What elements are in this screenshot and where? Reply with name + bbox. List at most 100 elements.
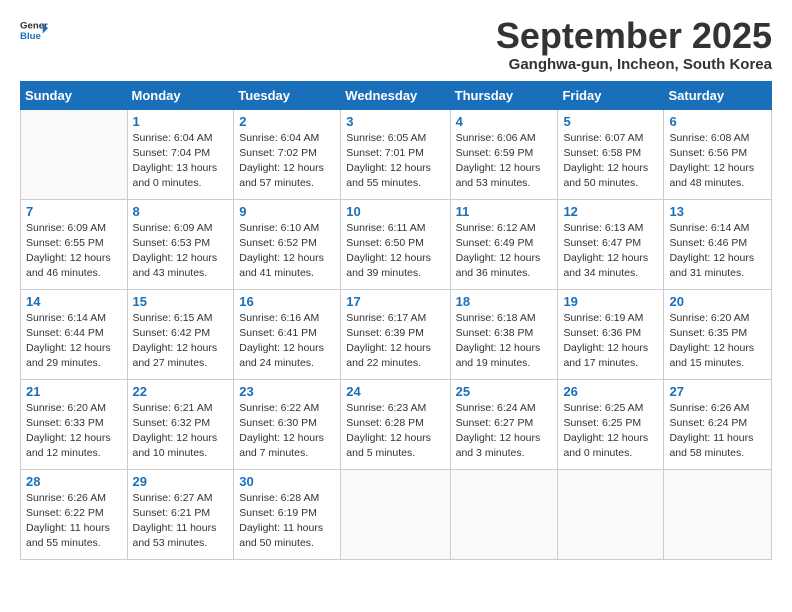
day-number: 30 [239, 474, 335, 489]
day-number: 18 [456, 294, 553, 309]
day-info: Sunrise: 6:14 AMSunset: 6:46 PMDaylight:… [669, 221, 766, 282]
day-number: 29 [133, 474, 229, 489]
day-number: 28 [26, 474, 122, 489]
calendar-cell: 25 Sunrise: 6:24 AMSunset: 6:27 PMDayligh… [450, 379, 558, 469]
logo-icon: General Blue [20, 16, 48, 44]
calendar-cell: 8Sunrise: 6:09 AMSunset: 6:53 PMDaylight… [127, 199, 234, 289]
calendar-cell: 16 Sunrise: 6:16 AMSunset: 6:41 PMDayligh… [234, 289, 341, 379]
weekday-header-saturday: Saturday [664, 81, 772, 109]
calendar-cell: 9 Sunrise: 6:10 AMSunset: 6:52 PMDaylight… [234, 199, 341, 289]
day-info: Sunrise: 6:10 AMSunset: 6:52 PMDaylight:… [239, 221, 335, 282]
day-info: Sunrise: 6:28 AMSunset: 6:19 PMDaylight:… [239, 491, 335, 552]
day-info: Sunrise: 6:04 AMSunset: 7:02 PMDaylight:… [239, 131, 335, 192]
calendar-cell: 22 Sunrise: 6:21 AMSunset: 6:32 PMDayligh… [127, 379, 234, 469]
day-info: Sunrise: 6:15 AMSunset: 6:42 PMDaylight:… [133, 311, 229, 372]
day-info: Sunrise: 6:04 AMSunset: 7:04 PMDaylight:… [133, 131, 229, 192]
day-info: Sunrise: 6:24 AMSunset: 6:27 PMDaylight:… [456, 401, 553, 462]
day-info: Sunrise: 6:05 AMSunset: 7:01 PMDaylight:… [346, 131, 444, 192]
day-info: Sunrise: 6:09 AMSunset: 6:55 PMDaylight:… [26, 221, 122, 282]
day-number: 4 [456, 114, 553, 129]
calendar-cell: 1 Sunrise: 6:04 AMSunset: 7:04 PMDaylight… [127, 109, 234, 199]
week-row-1: 1 Sunrise: 6:04 AMSunset: 7:04 PMDaylight… [21, 109, 772, 199]
day-number: 7 [26, 204, 122, 219]
calendar-cell: 27 Sunrise: 6:26 AMSunset: 6:24 PMDayligh… [664, 379, 772, 469]
calendar-cell: 20 Sunrise: 6:20 AMSunset: 6:35 PMDayligh… [664, 289, 772, 379]
calendar-cell [558, 469, 664, 559]
calendar-cell: 7 Sunrise: 6:09 AMSunset: 6:55 PMDaylight… [21, 199, 128, 289]
calendar-cell: 29 Sunrise: 6:27 AMSunset: 6:21 PMDayligh… [127, 469, 234, 559]
day-number: 10 [346, 204, 444, 219]
day-info: Sunrise: 6:07 AMSunset: 6:58 PMDaylight:… [563, 131, 658, 192]
day-info: Sunrise: 6:26 AMSunset: 6:22 PMDaylight:… [26, 491, 122, 552]
day-info: Sunrise: 6:20 AMSunset: 6:33 PMDaylight:… [26, 401, 122, 462]
title-block: September 2025 Ganghwa-gun, Incheon, Sou… [496, 16, 772, 73]
calendar-cell: 24 Sunrise: 6:23 AMSunset: 6:28 PMDayligh… [341, 379, 450, 469]
day-info: Sunrise: 6:20 AMSunset: 6:35 PMDaylight:… [669, 311, 766, 372]
calendar-cell: 30 Sunrise: 6:28 AMSunset: 6:19 PMDayligh… [234, 469, 341, 559]
day-number: 5 [563, 114, 658, 129]
day-number: 22 [133, 384, 229, 399]
day-info: Sunrise: 6:08 AMSunset: 6:56 PMDaylight:… [669, 131, 766, 192]
day-number: 1 [133, 114, 229, 129]
day-number: 12 [563, 204, 658, 219]
weekday-header-wednesday: Wednesday [341, 81, 450, 109]
day-info: Sunrise: 6:12 AMSunset: 6:49 PMDaylight:… [456, 221, 553, 282]
page-header: General Blue September 2025 Ganghwa-gun,… [20, 16, 772, 73]
day-number: 8 [133, 204, 229, 219]
weekday-header-monday: Monday [127, 81, 234, 109]
calendar-cell: 6 Sunrise: 6:08 AMSunset: 6:56 PMDaylight… [664, 109, 772, 199]
day-info: Sunrise: 6:26 AMSunset: 6:24 PMDaylight:… [669, 401, 766, 462]
day-info: Sunrise: 6:17 AMSunset: 6:39 PMDaylight:… [346, 311, 444, 372]
calendar-cell: 3 Sunrise: 6:05 AMSunset: 7:01 PMDaylight… [341, 109, 450, 199]
calendar-cell: 18 Sunrise: 6:18 AMSunset: 6:38 PMDayligh… [450, 289, 558, 379]
day-number: 21 [26, 384, 122, 399]
weekday-header-row: SundayMondayTuesdayWednesdayThursdayFrid… [21, 81, 772, 109]
calendar-cell [450, 469, 558, 559]
day-number: 13 [669, 204, 766, 219]
calendar-cell: 14 Sunrise: 6:14 AMSunset: 6:44 PMDayligh… [21, 289, 128, 379]
calendar-cell: 10Sunrise: 6:11 AMSunset: 6:50 PMDayligh… [341, 199, 450, 289]
week-row-3: 14 Sunrise: 6:14 AMSunset: 6:44 PMDayligh… [21, 289, 772, 379]
day-info: Sunrise: 6:25 AMSunset: 6:25 PMDaylight:… [563, 401, 658, 462]
calendar-cell [664, 469, 772, 559]
calendar-cell [341, 469, 450, 559]
day-info: Sunrise: 6:16 AMSunset: 6:41 PMDaylight:… [239, 311, 335, 372]
day-number: 26 [563, 384, 658, 399]
month-title: September 2025 [496, 16, 772, 56]
svg-text:Blue: Blue [20, 31, 41, 42]
weekday-header-friday: Friday [558, 81, 664, 109]
calendar-cell: 17Sunrise: 6:17 AMSunset: 6:39 PMDayligh… [341, 289, 450, 379]
day-number: 14 [26, 294, 122, 309]
day-info: Sunrise: 6:27 AMSunset: 6:21 PMDaylight:… [133, 491, 229, 552]
calendar-cell: 5 Sunrise: 6:07 AMSunset: 6:58 PMDaylight… [558, 109, 664, 199]
day-info: Sunrise: 6:13 AMSunset: 6:47 PMDaylight:… [563, 221, 658, 282]
day-number: 9 [239, 204, 335, 219]
calendar-cell: 28 Sunrise: 6:26 AMSunset: 6:22 PMDayligh… [21, 469, 128, 559]
location: Ganghwa-gun, Incheon, South Korea [496, 56, 772, 73]
day-info: Sunrise: 6:06 AMSunset: 6:59 PMDaylight:… [456, 131, 553, 192]
day-number: 25 [456, 384, 553, 399]
day-number: 24 [346, 384, 444, 399]
weekday-header-sunday: Sunday [21, 81, 128, 109]
day-info: Sunrise: 6:22 AMSunset: 6:30 PMDaylight:… [239, 401, 335, 462]
weekday-header-thursday: Thursday [450, 81, 558, 109]
day-number: 16 [239, 294, 335, 309]
calendar-cell: 12 Sunrise: 6:13 AMSunset: 6:47 PMDayligh… [558, 199, 664, 289]
day-info: Sunrise: 6:21 AMSunset: 6:32 PMDaylight:… [133, 401, 229, 462]
day-number: 6 [669, 114, 766, 129]
day-number: 2 [239, 114, 335, 129]
calendar-cell: 21 Sunrise: 6:20 AMSunset: 6:33 PMDayligh… [21, 379, 128, 469]
day-number: 20 [669, 294, 766, 309]
day-number: 27 [669, 384, 766, 399]
day-info: Sunrise: 6:23 AMSunset: 6:28 PMDaylight:… [346, 401, 444, 462]
day-number: 3 [346, 114, 444, 129]
calendar-cell: 19Sunrise: 6:19 AMSunset: 6:36 PMDayligh… [558, 289, 664, 379]
calendar-cell: 23 Sunrise: 6:22 AMSunset: 6:30 PMDayligh… [234, 379, 341, 469]
day-info: Sunrise: 6:18 AMSunset: 6:38 PMDaylight:… [456, 311, 553, 372]
day-number: 23 [239, 384, 335, 399]
day-number: 11 [456, 204, 553, 219]
day-info: Sunrise: 6:14 AMSunset: 6:44 PMDaylight:… [26, 311, 122, 372]
day-info: Sunrise: 6:19 AMSunset: 6:36 PMDaylight:… [563, 311, 658, 372]
calendar-cell: 13 Sunrise: 6:14 AMSunset: 6:46 PMDayligh… [664, 199, 772, 289]
week-row-5: 28 Sunrise: 6:26 AMSunset: 6:22 PMDayligh… [21, 469, 772, 559]
